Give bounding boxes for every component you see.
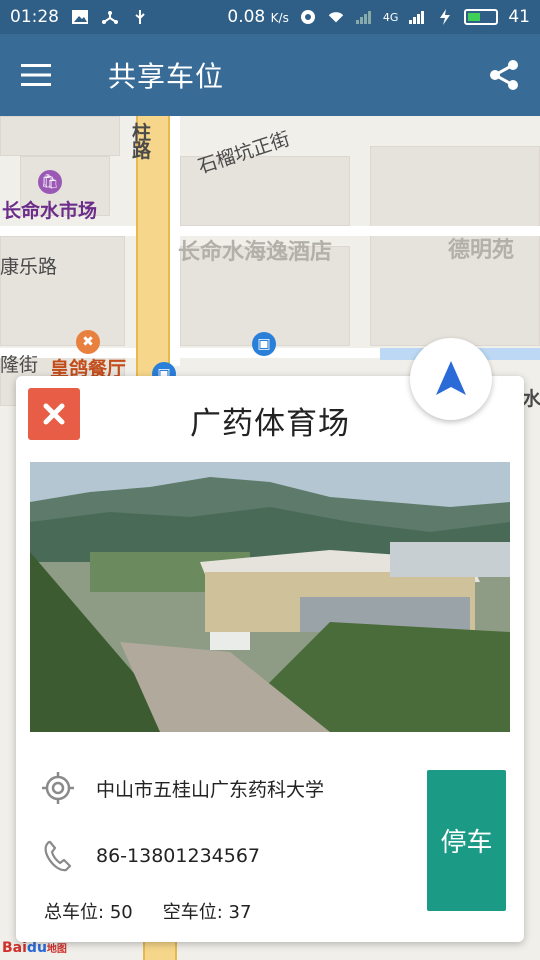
stadium-photo-image — [30, 462, 510, 732]
map-label: 康乐路 — [0, 256, 58, 278]
navigate-button[interactable] — [410, 338, 492, 420]
phone-row[interactable]: 86-13801234567 — [40, 838, 260, 874]
battery-level: 41 — [508, 7, 530, 27]
total-spaces-label: 总车位: — [44, 902, 105, 923]
market-poi-icon[interactable]: 🛍 — [38, 170, 62, 194]
free-spaces-label: 空车位: — [162, 902, 223, 923]
restaurant-poi-icon[interactable]: ✖ — [76, 330, 100, 354]
space-counts: 总车位: 50 空车位: 37 — [44, 898, 251, 924]
parking-photo — [30, 462, 510, 732]
page-title: 共享车位 — [108, 60, 225, 93]
location-target-icon — [42, 772, 74, 804]
total-spaces-value: 50 — [109, 902, 133, 923]
phone-text[interactable]: 86-13801234567 — [96, 845, 260, 867]
free-spaces: 空车位: 37 — [163, 898, 252, 924]
image-notification-icon — [72, 10, 88, 24]
share-notification-icon — [102, 11, 118, 24]
network-type: 4G — [382, 10, 399, 24]
address-text: 中山市五桂山广东药科大学 — [96, 778, 325, 801]
sync-icon — [300, 10, 315, 24]
map-block — [0, 116, 120, 156]
bus-stop-icon[interactable]: ▣ — [252, 332, 276, 356]
share-icon — [490, 60, 518, 90]
map-label: 路 — [132, 140, 152, 162]
network-speed: 0.08 K/s — [227, 7, 289, 27]
map-label: 隆街 — [0, 354, 39, 376]
map-label: 长命水市场 — [2, 200, 98, 222]
menu-button[interactable] — [0, 34, 72, 116]
baidu-map-logo: Baidu地图 — [2, 940, 67, 956]
signal-icon — [409, 11, 425, 24]
wifi-icon — [328, 12, 344, 23]
usb-icon — [135, 10, 145, 24]
status-time: 01:28 — [10, 7, 59, 27]
address-row: 中山市五桂山广东药科大学 — [40, 770, 324, 806]
navigation-arrow-icon — [436, 361, 466, 395]
status-bar: 01:28 0.08 K/s 4G 41 — [0, 0, 540, 34]
free-spaces-value: 37 — [228, 902, 252, 923]
map-label: 长命水海逸酒店 — [178, 240, 333, 265]
battery-icon — [464, 9, 499, 25]
phone-icon — [44, 840, 72, 872]
signal-weak-icon — [355, 11, 371, 24]
share-button[interactable] — [468, 34, 540, 116]
map-label: 水 — [522, 388, 540, 410]
app-bar: 共享车位 — [0, 34, 540, 116]
charging-icon — [440, 9, 451, 25]
park-button[interactable]: 停车 — [427, 770, 506, 911]
map-label: 德明苑 — [448, 238, 515, 263]
parking-info-card: 广药体育场 中山市五桂山广东药科大学 86-13801234567 停车 总车位… — [16, 376, 524, 942]
hamburger-menu-icon — [21, 64, 51, 86]
total-spaces: 总车位: 50 — [44, 898, 133, 924]
